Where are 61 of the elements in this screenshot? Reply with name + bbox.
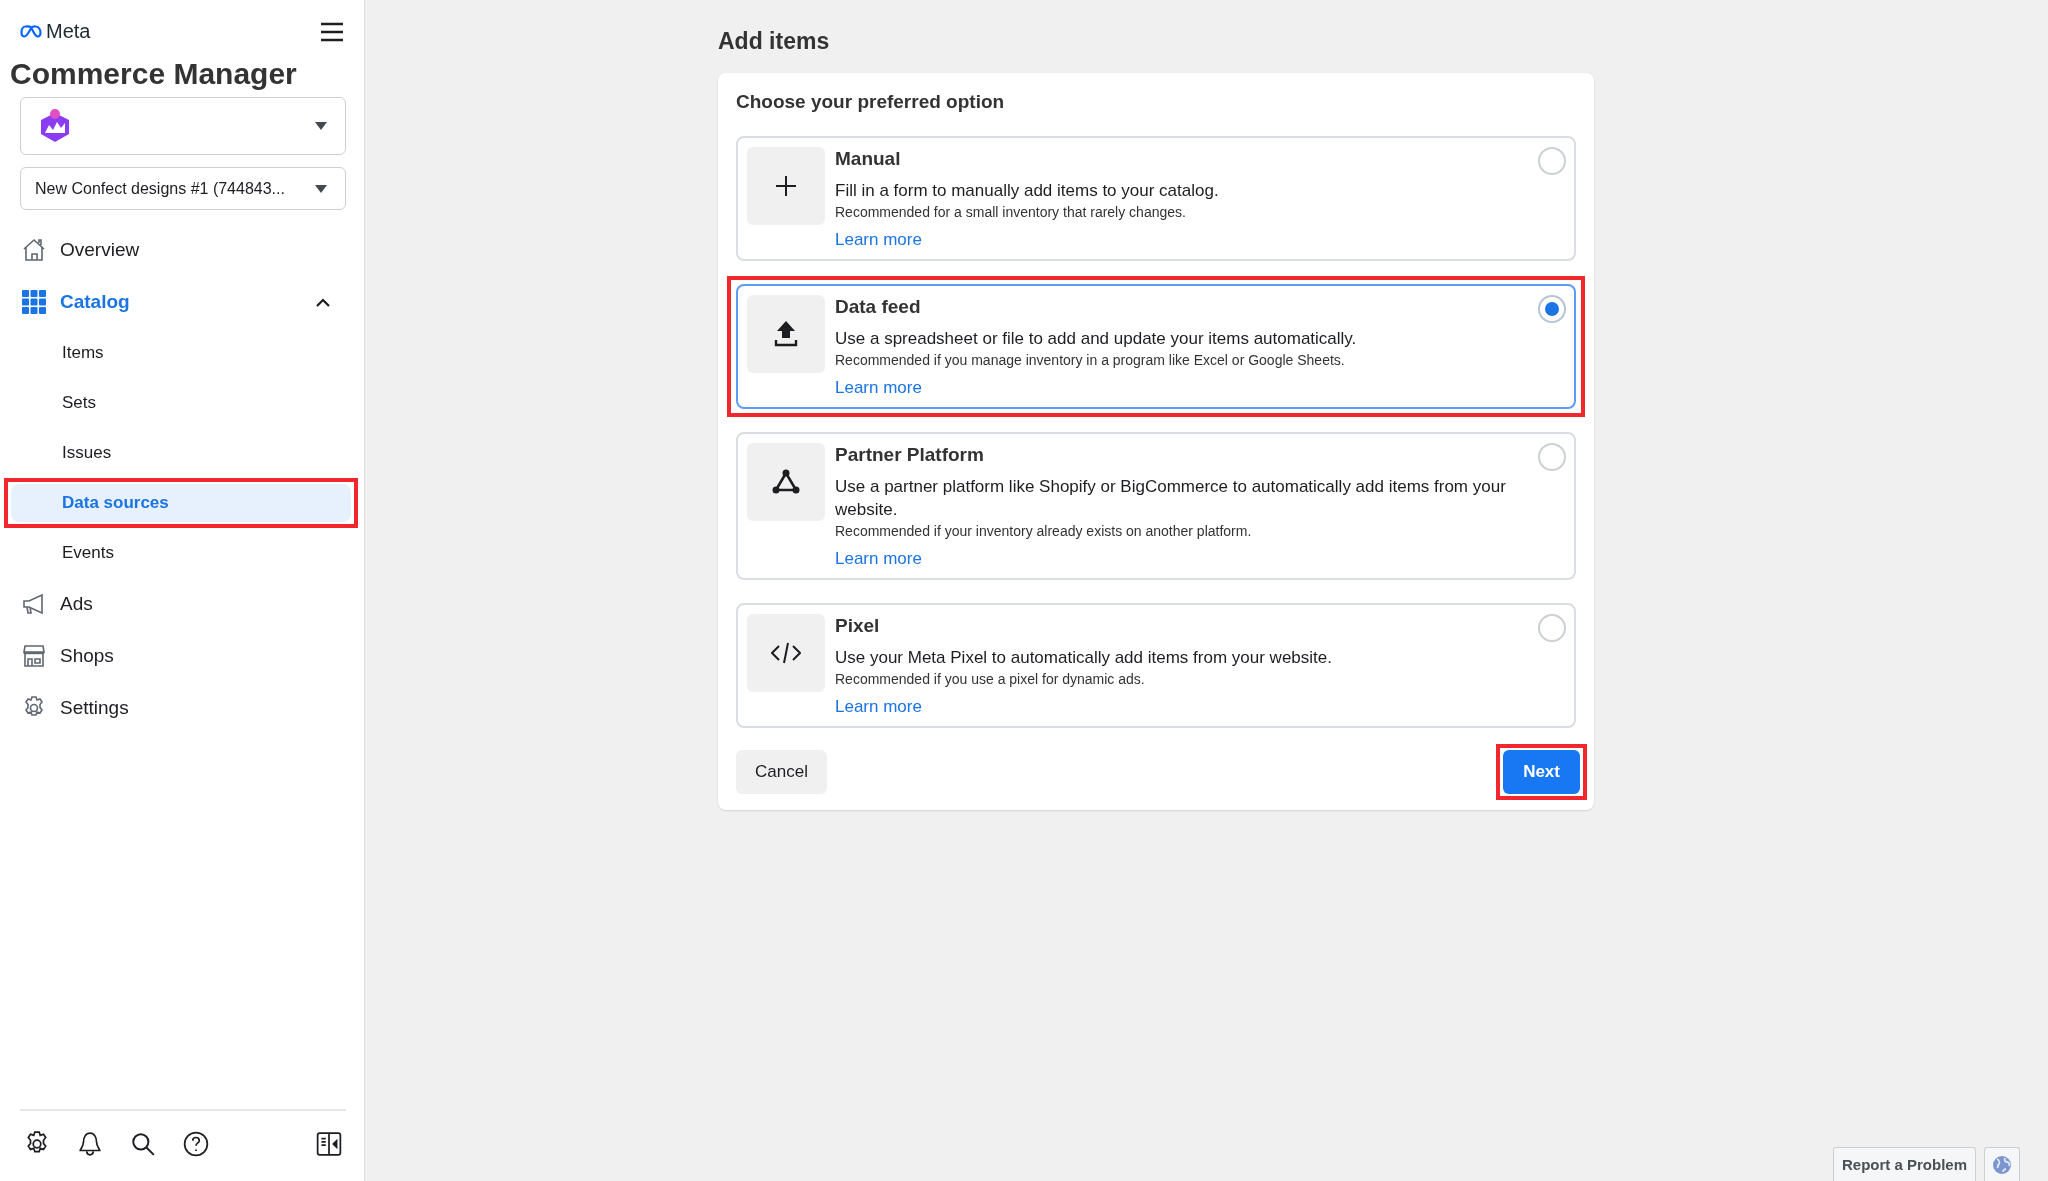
option-title: Partner Platform xyxy=(835,443,985,466)
nodes-icon xyxy=(772,468,800,495)
option-title: Data feed xyxy=(835,295,922,318)
nav-item[interactable]: Catalog xyxy=(22,282,346,322)
option-note: Recommended if you use a pixel for dynamic ads. xyxy=(835,671,1146,687)
page-title: Add items xyxy=(718,28,831,55)
plus-icon xyxy=(775,175,797,197)
megaphone-icon xyxy=(22,592,46,616)
card-heading: Choose your preferred option xyxy=(736,91,1006,113)
radio-button[interactable] xyxy=(1538,614,1566,643)
storefront-icon xyxy=(22,644,46,668)
option-note: Recommended if your inventory already exists on another platform. xyxy=(835,523,1253,540)
language-button[interactable] xyxy=(1984,1147,2020,1181)
next-button[interactable]: Next xyxy=(1503,750,1580,794)
account-select[interactable] xyxy=(20,97,346,155)
option-note: Recommended for a small inventory that rarely changes. xyxy=(835,203,1187,220)
option-card[interactable]: Manual Fill in a form to manually add items to your catalog. Recommended for a small inventory that rarely changes. Learn more xyxy=(736,136,1576,261)
globe-icon xyxy=(1992,1154,2012,1175)
option-card[interactable]: Data feed Use a spreadsheet or file to add and update your items automatically. Recommended if you manage inventory in a program like Excel or Google Sheets. Learn more xyxy=(736,283,1576,409)
home-icon xyxy=(22,238,46,262)
option-description: Use a spreadsheet or file to add and update your items automatically. xyxy=(835,327,1358,350)
catalog-select[interactable]: New Confect designs #1 (744843... xyxy=(20,167,346,210)
nav-item[interactable]: Ads xyxy=(22,584,346,624)
app-title: Commerce Manager xyxy=(10,57,298,91)
code-icon xyxy=(771,642,801,665)
upload-icon xyxy=(774,319,798,348)
option-description: Use a partner platform like Shopify or BigCommerce to automatically add items from your website. xyxy=(835,475,1507,522)
meta-wordmark: Meta xyxy=(46,20,91,43)
radio-button[interactable] xyxy=(1538,147,1566,175)
nav-item[interactable]: Settings xyxy=(22,688,346,728)
learn-more-link[interactable]: Learn more xyxy=(835,549,922,570)
learn-more-link[interactable]: Learn more xyxy=(835,377,922,398)
cancel-button[interactable]: Cancel xyxy=(736,750,827,794)
grid-icon xyxy=(22,290,46,314)
learn-more-link[interactable]: Learn more xyxy=(835,229,922,250)
report-problem-button[interactable]: Report a Problem xyxy=(1832,1147,1976,1181)
menu-icon[interactable] xyxy=(320,21,344,42)
search-icon[interactable] xyxy=(130,1131,156,1157)
notification-icon[interactable] xyxy=(77,1131,103,1157)
caret-icon xyxy=(315,184,327,193)
option-title: Manual xyxy=(835,148,902,170)
option-note: Recommended if you manage inventory in a program like Excel or Google Sheets. xyxy=(835,351,1346,368)
nav-subitem[interactable]: Items xyxy=(11,334,351,372)
nav-item[interactable]: Shops xyxy=(22,636,346,676)
option-description: Fill in a form to manually add items to your catalog. xyxy=(835,180,1220,202)
caret-icon xyxy=(315,122,327,130)
panel-toggle-icon[interactable] xyxy=(316,1131,342,1157)
nav-subitem[interactable]: Issues xyxy=(11,434,351,472)
nav-item[interactable]: Overview xyxy=(22,230,346,270)
option-title: Pixel xyxy=(835,615,881,638)
radio-button[interactable] xyxy=(1538,294,1566,323)
option-card[interactable]: Partner Platform Use a partner platform like Shopify or BigCommerce to automatically add items from your website. Recommended if your inventory already exists on another platform. Learn more xyxy=(736,431,1576,581)
nav-subitem[interactable]: Sets xyxy=(11,384,351,422)
nav-subitem[interactable]: Events xyxy=(11,534,351,572)
learn-more-link[interactable]: Learn more xyxy=(835,697,922,717)
option-description: Use your Meta Pixel to automatically add items from your website. xyxy=(835,647,1333,670)
radio-button[interactable] xyxy=(1538,442,1566,471)
help-icon[interactable] xyxy=(183,1131,209,1157)
option-card[interactable]: Pixel Use your Meta Pixel to automatically add items from your website. Recommended if you use a pixel for dynamic ads. Learn more xyxy=(736,603,1576,728)
meta-logo-icon xyxy=(20,25,42,38)
nav-subitem[interactable]: Data sources xyxy=(11,484,351,522)
